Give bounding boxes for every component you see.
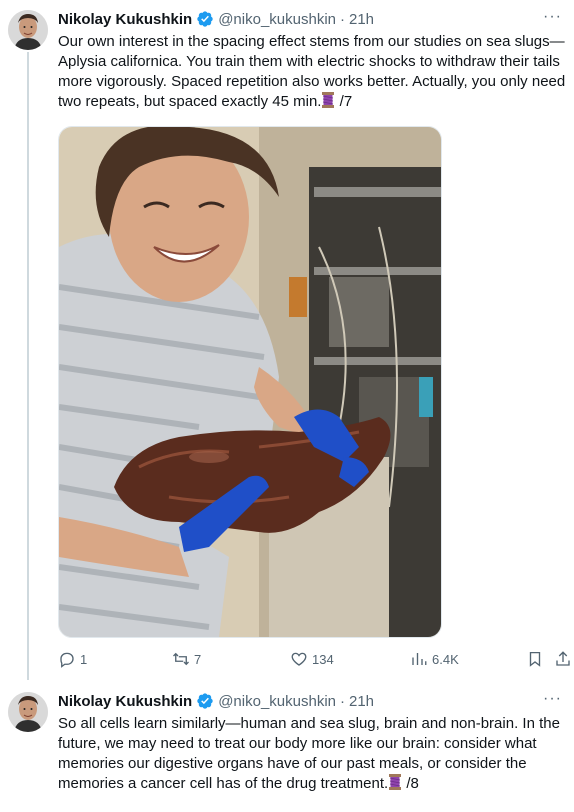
thread-spool-icon	[388, 774, 402, 790]
retweet-button[interactable]: 7	[172, 648, 201, 670]
like-button[interactable]: 134	[290, 648, 334, 670]
author-name[interactable]: Nikolay Kukushkin	[58, 11, 192, 28]
reply-icon	[60, 652, 74, 668]
tweet-text: Our own interest in the spacing effect s…	[58, 32, 566, 112]
heart-icon	[291, 652, 307, 666]
author-name[interactable]: Nikolay Kukushkin	[58, 693, 192, 710]
timestamp[interactable]: 21h	[349, 693, 374, 710]
tweet-body: So all cells learn similarly—human and s…	[58, 715, 560, 792]
separator-dot: ·	[340, 692, 345, 710]
reply-count: 1	[80, 651, 88, 667]
share-icon	[556, 651, 570, 666]
views-button[interactable]: 6.4K	[410, 648, 459, 670]
share-button[interactable]	[554, 648, 572, 670]
separator-dot: ·	[340, 10, 345, 28]
tweet-photo[interactable]	[58, 126, 442, 638]
view-count: 6.4K	[432, 651, 459, 667]
bookmark-icon	[529, 651, 541, 667]
author-handle[interactable]: @niko_kukushkin	[218, 693, 336, 710]
tweet-header: Nikolay Kukushkin @niko_kukushkin · 21h …	[58, 690, 562, 712]
retweet-icon	[173, 652, 189, 666]
thread-marker: /8	[406, 775, 419, 792]
tweet-text: So all cells learn similarly—human and s…	[58, 714, 566, 794]
avatar[interactable]	[8, 10, 48, 50]
more-options-icon[interactable]: ···	[543, 690, 562, 708]
verified-badge-icon	[196, 10, 214, 28]
thread-marker: /7	[339, 93, 353, 110]
tweet-body: Our own interest in the spacing effect s…	[58, 33, 566, 110]
verified-badge-icon	[196, 692, 214, 710]
thread-spool-icon	[321, 92, 335, 108]
thread-connector-line	[27, 52, 29, 680]
retweet-count: 7	[194, 651, 202, 667]
views-chart-icon	[412, 653, 427, 665]
like-count: 134	[312, 651, 334, 667]
reply-button[interactable]: 1	[58, 648, 87, 670]
author-handle[interactable]: @niko_kukushkin	[218, 11, 336, 28]
tweet-header: Nikolay Kukushkin @niko_kukushkin · 21h …	[58, 8, 562, 30]
timestamp[interactable]: 21h	[349, 11, 374, 28]
tweet-actions: 1 7 134 6.4K	[58, 648, 574, 670]
bookmark-button[interactable]	[526, 648, 544, 670]
more-options-icon[interactable]: ···	[543, 8, 562, 26]
avatar[interactable]	[8, 692, 48, 732]
